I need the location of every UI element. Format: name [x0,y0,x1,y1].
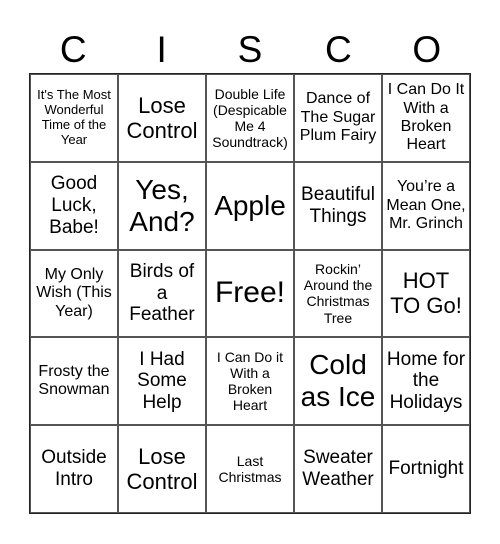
bingo-cell[interactable]: Good Luck, Babe! [30,161,118,250]
bingo-cell[interactable]: You’re a Mean One, Mr. Grinch [382,161,470,250]
header-letter: C [59,29,87,70]
free-space[interactable]: Free! [206,249,294,338]
bingo-cell[interactable]: Sweater Weather [294,425,382,513]
bingo-cell[interactable]: Double Life (Despicable Me 4 Soundtrack) [206,74,294,162]
bingo-grid: It's The Most Wonderful Time of the Year… [29,73,471,514]
bingo-cell[interactable]: Dance of The Sugar Plum Fairy [294,74,382,162]
bingo-cell[interactable]: I Can Do It With a Broken Heart [382,74,470,162]
bingo-cell[interactable]: Beautiful Things [294,161,382,250]
bingo-cell[interactable]: Lose Control [118,74,206,162]
bingo-cell[interactable]: It's The Most Wonderful Time of the Year [30,74,118,162]
bingo-cell[interactable]: Fortnight [382,425,470,513]
header-letter: O [412,29,442,70]
bingo-cell[interactable]: Home for the Holidays [382,337,470,426]
bingo-header: C I S C O [29,28,471,72]
bingo-cell[interactable]: Birds of a Feather [118,249,206,338]
bingo-cell[interactable]: My Only Wish (This Year) [30,249,118,338]
bingo-cell[interactable]: I Can Do it With a Broken Heart [206,337,294,426]
bingo-cell[interactable]: I Had Some Help [118,337,206,426]
bingo-cell[interactable]: Lose Control [118,425,206,513]
bingo-cell[interactable]: Frosty the Snowman [30,337,118,426]
header-letter: S [237,29,263,70]
bingo-cell[interactable]: Apple [206,161,294,250]
bingo-cell[interactable]: Last Christmas [206,425,294,513]
bingo-cell[interactable]: Rockin’ Around the Christmas Tree [294,249,382,338]
header-letter: C [325,29,352,70]
bingo-cell[interactable]: Outside Intro [30,425,118,513]
bingo-cell[interactable]: Yes, And? [118,161,206,250]
bingo-cell[interactable]: HOT TO Go! [382,249,470,338]
header-letter: I [156,29,167,70]
bingo-cell[interactable]: Cold as Ice [294,337,382,426]
